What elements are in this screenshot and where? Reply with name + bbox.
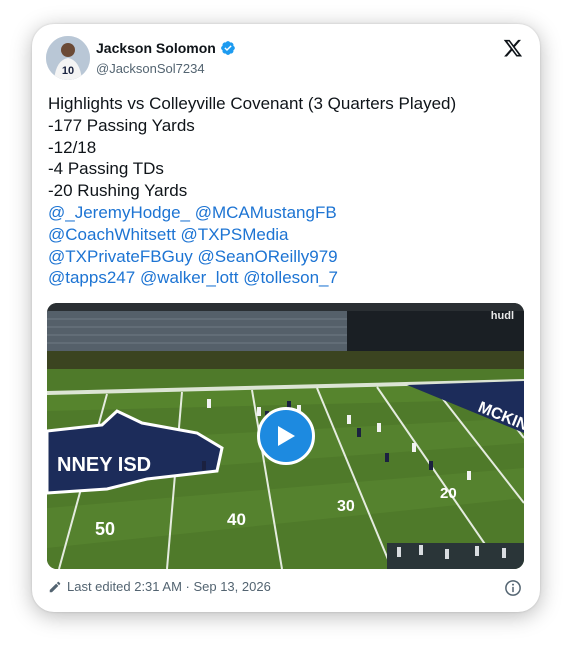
- info-icon[interactable]: [504, 579, 522, 597]
- yard-number: 30: [337, 498, 355, 515]
- mention-link[interactable]: @_JeremyHodge_: [48, 203, 190, 222]
- edit-info[interactable]: Last edited 2:31 AM · Sep 13, 2026: [48, 579, 271, 594]
- avatar-jersey-number: 10: [62, 65, 74, 77]
- field-logo-text: NNEY ISD: [57, 454, 151, 476]
- mention-link[interactable]: @SeanOReilly979: [198, 247, 338, 266]
- yard-number: 50: [95, 519, 115, 539]
- mention-link[interactable]: @walker_lott: [140, 268, 239, 287]
- tweet-line: -12/18: [48, 137, 97, 157]
- hudl-watermark: hudl: [490, 310, 514, 322]
- x-logo-icon[interactable]: [503, 38, 523, 58]
- yard-number: 40: [227, 510, 246, 529]
- mention-link[interactable]: @MCAMustangFB: [195, 203, 337, 222]
- play-icon: [278, 426, 295, 446]
- mention-link[interactable]: @TXPrivateFBGuy: [48, 247, 193, 266]
- tweet-line: -4 Passing TDs: [48, 159, 164, 179]
- yard-number: 20: [440, 485, 457, 502]
- user-handle[interactable]: @JacksonSol7234: [96, 61, 205, 76]
- mention-link[interactable]: @tolleson_7: [243, 268, 338, 287]
- tweet-line: -20 Rushing Yards: [48, 181, 188, 201]
- mention-link[interactable]: @tapps247: [48, 268, 135, 287]
- edited-timestamp: Last edited 2:31 AM · Sep 13, 2026: [67, 579, 271, 594]
- mention-link[interactable]: @TXPSMedia: [181, 225, 289, 244]
- tweet-text: Highlights vs Colleyville Covenant (3 Qu…: [48, 93, 528, 289]
- tweet-line: -177 Passing Yards: [48, 115, 195, 135]
- tweet-card: 10 Jackson Solomon @JacksonSol7234 Highl…: [32, 24, 540, 612]
- tweet-line: Highlights vs Colleyville Covenant (3 Qu…: [48, 94, 457, 113]
- avatar[interactable]: 10: [46, 36, 90, 80]
- mention-link[interactable]: @CoachWhitsett: [48, 225, 176, 244]
- verified-badge-icon: [220, 41, 235, 55]
- pencil-icon: [49, 581, 61, 592]
- play-button[interactable]: [257, 407, 315, 465]
- user-name[interactable]: Jackson Solomon: [96, 40, 216, 56]
- video-player[interactable]: MCKINN NNEY ISD 50 40 30 20 hudl: [47, 303, 524, 569]
